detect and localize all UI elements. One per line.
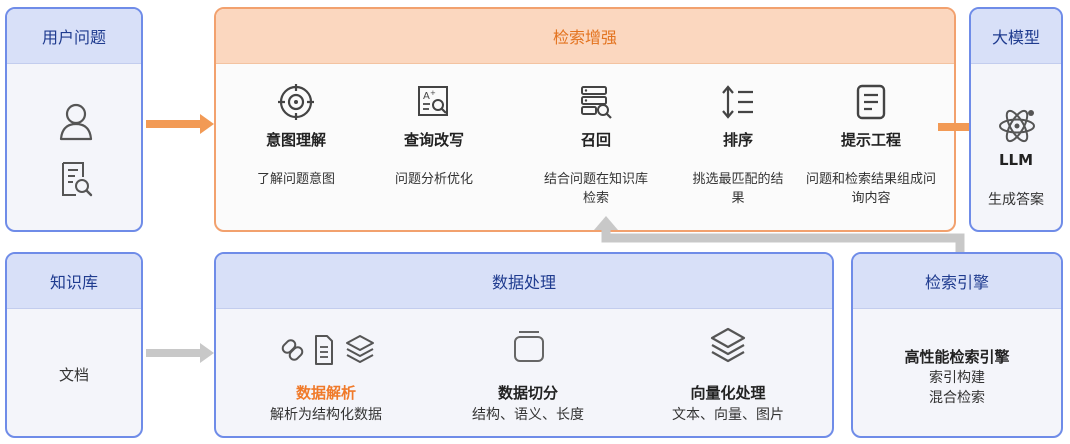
engine-line-3: 混合检索 [929, 390, 985, 406]
step-prompt-title: 提示工程 [840, 131, 901, 149]
link-icon [281, 339, 304, 361]
search-engine-title: 检索引擎 [853, 254, 1061, 309]
document-icon [315, 335, 333, 365]
document-search-icon [60, 161, 94, 199]
step-recall-title: 召回 [580, 131, 611, 149]
arrow-kb-to-processing [146, 343, 214, 367]
step-intent-desc: 了解问题意图 [256, 172, 335, 187]
retrieval-augmentation-panel: 检索增强 意图理解 了解问题意图 A + 查询改写 问题分析优化 召回 结合问题… [214, 7, 956, 232]
step-prompt-desc: 问题和检索结果组成问询内容 [806, 172, 937, 206]
user-question-title: 用户问题 [7, 9, 141, 64]
step-prompt: 提示工程 问题和检索结果组成问询内容 [806, 83, 936, 208]
kb-document-label: 文档 [58, 366, 89, 384]
vector-layers-icon [709, 326, 747, 368]
engine-line-1: 高性能检索引擎 [904, 348, 1010, 366]
knowledge-base-title: 知识库 [7, 254, 141, 309]
user-question-panel: 用户问题 [5, 7, 143, 232]
search-engine-panel: 检索引擎 高性能检索引擎 索引构建 混合检索 [851, 252, 1063, 438]
engine-line-2: 索引构建 [929, 370, 985, 386]
arrow-user-to-retrieval [146, 114, 214, 138]
step-recall: 召回 结合问题在知识库检索 [528, 83, 664, 208]
step-rank-title: 排序 [722, 131, 753, 149]
prompt-document-icon [856, 84, 886, 120]
step-intent: 意图理解 了解问题意图 [226, 83, 366, 189]
step-rank-desc: 挑选最匹配的结果 [692, 172, 784, 206]
database-search-icon [581, 86, 612, 119]
step-rewrite-title: 查询改写 [403, 131, 464, 149]
data-chunk-title: 数据切分 [497, 384, 558, 402]
data-chunk-desc: 结构、语义、长度 [472, 407, 584, 423]
data-processing-panel: 数据处理 数据解析 解析为结构化数据 数据切分 结构、语义、长度 向量化处理 文… [214, 252, 834, 438]
data-parse-title: 数据解析 [295, 384, 356, 402]
llm-title: 大模型 [971, 9, 1061, 64]
vectorize-desc: 文本、向量、图片 [672, 407, 784, 423]
sort-icon [722, 85, 753, 119]
retrieval-title: 检索增强 [216, 9, 954, 64]
vectorize-title: 向量化处理 [690, 384, 766, 402]
parse-icons [280, 332, 376, 372]
llm-panel: 大模型 LLM 生成答案 [969, 7, 1063, 232]
llm-desc: 生成答案 [988, 192, 1044, 208]
data-parse-desc: 解析为结构化数据 [270, 407, 382, 423]
rewrite-search-icon: A + [418, 86, 448, 116]
chunk-icon [511, 328, 547, 368]
llm-name: LLM [998, 151, 1034, 169]
data-processing-title: 数据处理 [216, 254, 832, 309]
layers-icon [346, 335, 374, 363]
target-icon [278, 84, 314, 120]
step-recall-desc: 结合问题在知识库检索 [543, 172, 648, 206]
svg-text:A: A [423, 91, 430, 102]
user-icon [59, 103, 93, 141]
step-intent-title: 意图理解 [265, 131, 326, 149]
step-rewrite-desc: 问题分析优化 [394, 172, 473, 187]
svg-text:+: + [430, 89, 436, 97]
step-rewrite: A + 查询改写 问题分析优化 [364, 83, 504, 189]
step-rank: 排序 挑选最匹配的结果 [668, 83, 808, 208]
atom-icon [996, 105, 1038, 147]
knowledge-base-panel: 知识库 文档 [5, 252, 143, 438]
